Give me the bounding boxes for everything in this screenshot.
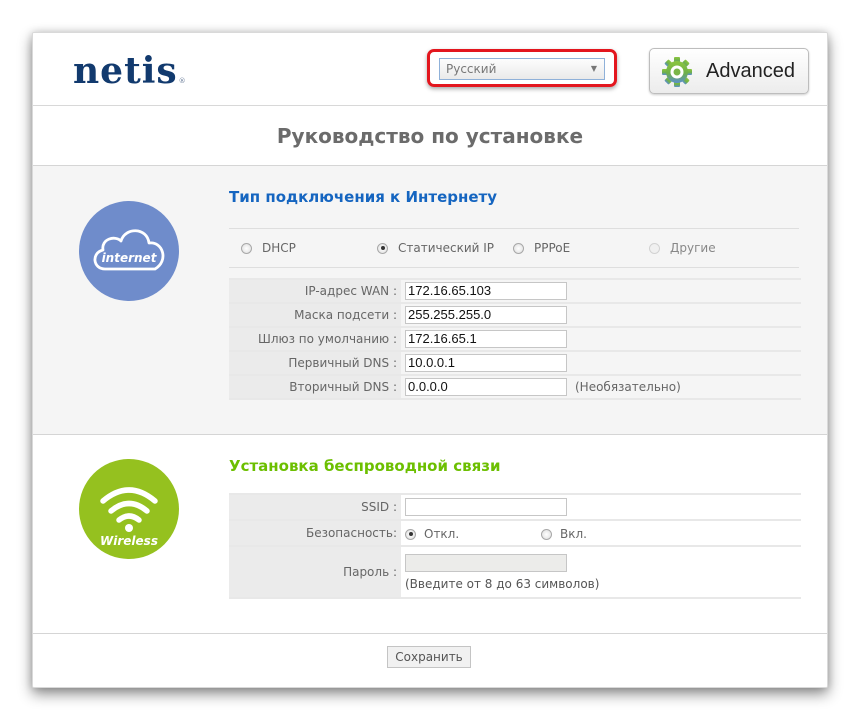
divider (229, 267, 799, 268)
setup-panel: netis® Русский ▼ Advanced Руководство по… (32, 32, 828, 688)
save-button[interactable]: Сохранить (387, 646, 471, 668)
secondary-dns-label: Вторичный DNS : (229, 374, 401, 400)
secondary-dns-input[interactable]: 0.0.0.0 (405, 378, 567, 396)
gateway-input[interactable]: 172.16.65.1 (405, 330, 567, 348)
registered-mark: ® (178, 77, 187, 85)
radio-static-ip[interactable]: Статический IP (377, 241, 494, 255)
wireless-settings-table: SSID : Безопасность: Откл. Вкл. Пароль:… (229, 493, 801, 599)
internet-icon-label: internet (102, 251, 158, 265)
footer: Сохранить (33, 634, 827, 687)
radio-other: Другие (649, 241, 716, 255)
wan-settings-table: IP-адрес WAN : 172.16.65.103 Маска подсе… (229, 278, 801, 400)
subnet-mask-input[interactable]: 255.255.255.0 (405, 306, 567, 324)
ssid-label: SSID : (229, 493, 401, 521)
language-select[interactable]: Русский ▼ (439, 58, 605, 80)
form-row-subnet-mask: Маска подсети : 255.255.255.0 (229, 302, 801, 328)
ssid-input[interactable] (405, 498, 567, 516)
radio-security-off[interactable]: Откл. (405, 527, 459, 541)
advanced-button[interactable]: Advanced (649, 48, 809, 94)
form-row-security: Безопасность: Откл. Вкл. (229, 519, 801, 547)
advanced-button-label: Advanced (706, 60, 795, 82)
radio-security-on[interactable]: Вкл. (541, 527, 587, 541)
wireless-icon-label: Wireless (100, 534, 158, 548)
subnet-mask-label: Маска подсети : (229, 302, 401, 328)
gear-icon (662, 57, 692, 87)
gateway-label: Шлюз по умолчанию : (229, 326, 401, 352)
security-label: Безопасность: (229, 519, 401, 547)
radio-dhcp-label: DHCP (262, 241, 296, 255)
radio-dhcp[interactable]: DHCP (241, 241, 296, 255)
form-row-primary-dns: Первичный DNS : 10.0.0.1 (229, 350, 801, 376)
password-label: Пароль : (229, 545, 401, 599)
password-input (405, 553, 567, 572)
radio-security-off-indicator[interactable] (405, 528, 416, 540)
radio-security-on-label: Вкл. (560, 527, 587, 541)
radio-pppoe[interactable]: PPPoE (513, 241, 570, 255)
language-selected-value: Русский (446, 62, 497, 76)
internet-section-title: Тип подключения к Интернету (229, 188, 497, 206)
wireless-wifi-icon: Wireless (79, 459, 179, 559)
primary-dns-label: Первичный DNS : (229, 350, 401, 376)
radio-static-ip-label: Статический IP (398, 241, 495, 255)
page-title-bar: Руководство по установке (33, 106, 827, 166)
wan-ip-label: IP-адрес WAN : (229, 278, 401, 304)
wan-ip-input[interactable]: 172.16.65.103 (405, 282, 567, 300)
internet-section: internet Тип подключения к Интернету DHC… (33, 166, 827, 435)
form-row-gateway: Шлюз по умолчанию : 172.16.65.1 (229, 326, 801, 352)
optional-note: (Необязательно) (575, 379, 681, 394)
netis-logo: netis® (73, 51, 187, 91)
internet-cloud-icon: internet (79, 201, 179, 301)
radio-pppoe-indicator[interactable] (513, 242, 524, 254)
radio-security-off-label: Откл. (424, 527, 460, 541)
radio-static-ip-indicator[interactable] (377, 242, 388, 254)
form-row-ssid: SSID : (229, 493, 801, 521)
radio-pppoe-label: PPPoE (534, 241, 571, 255)
dropdown-arrow-icon: ▼ (590, 64, 597, 73)
radio-other-label: Другие (670, 241, 716, 255)
wireless-section: Wireless Установка беспроводной связи SS… (33, 435, 827, 634)
password-hint: (Введите от 8 до 63 символов) (405, 576, 600, 591)
radio-security-on-indicator[interactable] (541, 528, 552, 540)
primary-dns-input[interactable]: 10.0.0.1 (405, 354, 567, 372)
form-row-password: Пароль : (Введите от 8 до 63 символов) (229, 545, 801, 599)
connection-type-group: DHCP Статический IP PPPoE Другие (229, 228, 799, 268)
form-row-secondary-dns: Вторичный DNS : 0.0.0.0 (Необязательно) (229, 374, 801, 400)
radio-other-indicator (649, 242, 660, 254)
radio-dhcp-indicator[interactable] (241, 242, 252, 254)
form-row-wan-ip: IP-адрес WAN : 172.16.65.103 (229, 278, 801, 304)
logo-text: netis (73, 50, 178, 92)
wireless-section-title: Установка беспроводной связи (229, 457, 501, 475)
page-title: Руководство по установке (276, 124, 584, 148)
header: netis® Русский ▼ Advanced (33, 33, 827, 106)
